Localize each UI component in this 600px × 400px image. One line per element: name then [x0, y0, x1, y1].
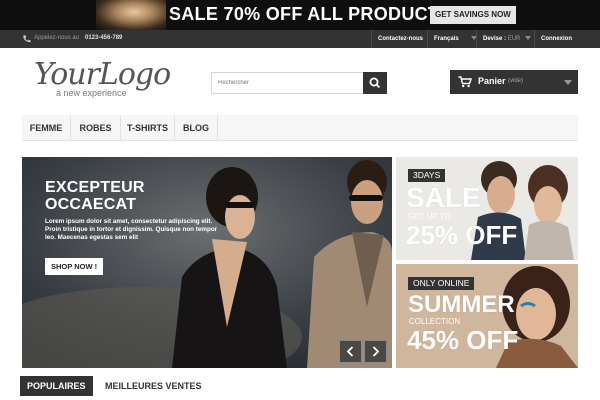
cart-status: (vide): [508, 78, 524, 84]
search-button[interactable]: [363, 72, 387, 94]
logo-tagline: a new experience: [56, 88, 127, 98]
chevron-left-icon: [346, 346, 354, 357]
logo-text: YourLogo: [34, 57, 171, 92]
nav-item-tshirts[interactable]: T-SHIRTS: [121, 115, 175, 141]
chevron-down-icon: [564, 80, 572, 85]
summer-banner-discount: 45% OFF: [407, 325, 519, 355]
tab-populaires[interactable]: POPULAIRES: [20, 376, 93, 396]
hero-title: EXCEPTEUR OCCAECAT: [45, 179, 145, 213]
promo-banner[interactable]: SALE 70% OFF ALL PRODUCTS GET SAVINGS NO…: [0, 0, 600, 30]
phone-icon: [23, 35, 31, 43]
contact-link-label: Contactez-nous: [378, 36, 423, 42]
hero-description: Lorem ipsum dolor sit amet, consectetur …: [45, 218, 218, 241]
sale-banner[interactable]: 3DAYS SALE GET UP TO 25% OFF: [396, 157, 578, 260]
slider-controls: [339, 340, 387, 363]
hero-title-line1: EXCEPTEUR: [45, 179, 145, 196]
slider-prev-button[interactable]: [339, 340, 362, 363]
search-icon: [369, 77, 381, 89]
promo-model-image: [96, 0, 166, 30]
summer-banner-tag: ONLY ONLINE: [408, 277, 475, 290]
cart-button[interactable]: Panier (vide): [450, 70, 578, 94]
chevron-down-icon: [525, 36, 532, 41]
promo-headline: SALE 70% OFF ALL PRODUCTS: [169, 4, 452, 24]
cart-icon: [458, 76, 472, 88]
shop-now-button[interactable]: SHOP NOW !: [45, 258, 104, 275]
get-savings-button[interactable]: GET SAVINGS NOW: [430, 6, 516, 24]
search-input[interactable]: [211, 72, 364, 94]
summer-banner[interactable]: ONLY ONLINE SUMMER COLLECTION 45% OFF: [396, 264, 578, 368]
cart-label: Panier: [478, 76, 506, 86]
currency-selector[interactable]: Devise : EUR: [476, 30, 532, 48]
nav-item-femme[interactable]: FEMME: [22, 115, 71, 141]
site-logo[interactable]: YourLogo a new experience: [34, 57, 174, 101]
phone-number: 0123-456-789: [85, 35, 123, 41]
login-link-label: Connexion: [541, 36, 572, 42]
currency-value: EUR: [507, 36, 521, 42]
top-bar: Appelez-nous au 0123-456-789 Contactez-n…: [0, 30, 600, 48]
sale-banner-headline: SALE: [406, 182, 481, 213]
summer-banner-headline: SUMMER: [408, 291, 515, 318]
login-link[interactable]: Connexion: [534, 30, 572, 48]
main-nav: FEMME ROBES T-SHIRTS BLOG: [22, 115, 578, 141]
contact-link[interactable]: Contactez-nous: [371, 30, 423, 48]
call-us-label: Appelez-nous au: [34, 35, 80, 41]
nav-item-blog[interactable]: BLOG: [175, 115, 218, 141]
tab-meilleures-ventes[interactable]: MEILLEURES VENTES: [105, 376, 202, 396]
chevron-right-icon: [372, 346, 380, 357]
language-value: Français: [434, 36, 459, 42]
currency-label: Devise :: [483, 36, 507, 42]
slider-next-button[interactable]: [364, 340, 387, 363]
hero-title-line2: OCCAECAT: [45, 196, 137, 213]
sale-banner-tag: 3DAYS: [408, 169, 446, 182]
language-selector[interactable]: Français: [427, 30, 477, 48]
sale-banner-discount: 25% OFF: [406, 220, 518, 250]
nav-item-robes[interactable]: ROBES: [71, 115, 121, 141]
hero-slide[interactable]: EXCEPTEUR OCCAECAT Lorem ipsum dolor sit…: [22, 157, 392, 368]
